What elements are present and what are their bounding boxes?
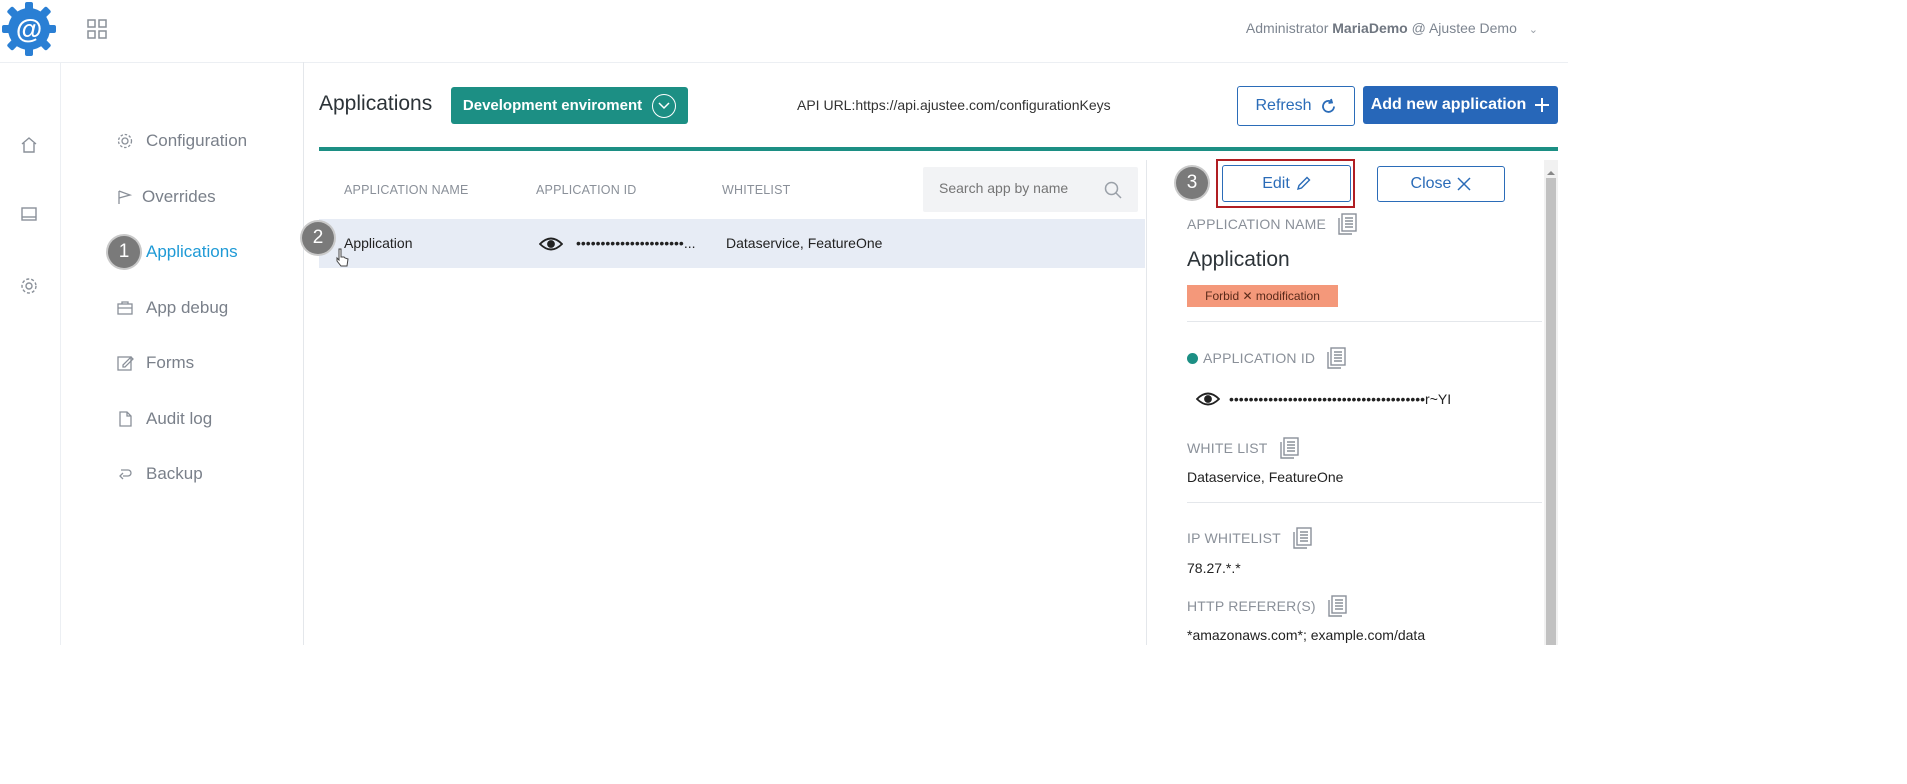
ajustee-logo-icon[interactable]: @ bbox=[0, 0, 60, 60]
white-list-label: WHITE LIST bbox=[1187, 436, 1300, 460]
sidebar-item-label: App debug bbox=[146, 298, 229, 317]
svg-text:@: @ bbox=[16, 14, 42, 44]
sidebar-item-label: Forms bbox=[146, 353, 195, 372]
sidebar-item-overrides[interactable]: Overrides bbox=[116, 182, 216, 212]
sidebar-item-label: Configuration bbox=[146, 131, 248, 150]
search-box bbox=[923, 167, 1138, 212]
org-name: @ Ajustee Demo bbox=[1411, 20, 1517, 36]
column-header-application-name[interactable]: APPLICATION NAME bbox=[344, 183, 469, 197]
environment-dropdown[interactable]: Development enviroment bbox=[451, 87, 688, 124]
application-id-label: APPLICATION ID bbox=[1187, 346, 1347, 370]
undo-icon bbox=[116, 465, 134, 483]
user-name: MariaDemo bbox=[1332, 20, 1408, 36]
sidebar-item-label: Audit log bbox=[146, 409, 213, 428]
refresh-button[interactable]: Refresh bbox=[1237, 86, 1355, 126]
close-button[interactable]: Close bbox=[1377, 166, 1505, 202]
close-label: Close bbox=[1410, 175, 1452, 192]
step-marker-3: 3 bbox=[1176, 167, 1208, 199]
home-icon[interactable] bbox=[19, 135, 39, 155]
file-icon bbox=[116, 410, 134, 428]
section-divider bbox=[1187, 502, 1542, 503]
refresh-icon bbox=[1321, 98, 1335, 113]
row-whitelist: Dataservice, FeatureOne bbox=[726, 235, 883, 251]
application-name-value: Application bbox=[1187, 248, 1290, 271]
page-title: Applications bbox=[319, 92, 433, 115]
sidebar-item-applications[interactable]: Applications bbox=[116, 237, 238, 267]
sidebar-item-backup[interactable]: Backup bbox=[116, 459, 203, 489]
gear-icon bbox=[116, 132, 134, 150]
row-application-id: ••••••••••••••••••••••... bbox=[576, 235, 696, 251]
api-url: API URL:https://api.ajustee.com/configur… bbox=[797, 97, 1111, 113]
user-role: Administrator bbox=[1245, 20, 1329, 36]
settings-icon[interactable] bbox=[19, 276, 39, 296]
step-marker-2: 2 bbox=[302, 222, 334, 254]
sidebar-item-configuration[interactable]: Configuration bbox=[116, 126, 247, 156]
refresh-label: Refresh bbox=[1255, 97, 1312, 114]
scrollbar-thumb[interactable] bbox=[1546, 178, 1556, 645]
hand-cursor-icon bbox=[336, 248, 350, 268]
status-dot bbox=[1187, 352, 1198, 364]
add-new-application-button[interactable]: Add new application bbox=[1363, 86, 1558, 124]
user-menu[interactable]: Administrator MariaDemo @ Ajustee Demo ⌄ bbox=[1246, 20, 1538, 36]
eye-icon[interactable] bbox=[538, 236, 564, 255]
close-icon bbox=[1457, 177, 1471, 191]
plus-icon bbox=[1535, 98, 1550, 112]
copy-icon[interactable] bbox=[1336, 212, 1358, 236]
laptop-icon[interactable] bbox=[19, 205, 39, 225]
header-divider bbox=[319, 147, 1558, 151]
flag-icon bbox=[116, 188, 134, 206]
apps-icon bbox=[116, 243, 134, 261]
edit-icon bbox=[116, 354, 134, 372]
copy-icon[interactable] bbox=[1326, 594, 1348, 618]
pencil-icon bbox=[1296, 176, 1311, 191]
label-text: IP WHITELIST bbox=[1187, 530, 1281, 546]
http-referer-label: HTTP REFERER(S) bbox=[1187, 594, 1348, 618]
icon-rail bbox=[0, 62, 61, 645]
copy-icon[interactable] bbox=[1325, 346, 1347, 370]
forbid-modification-badge[interactable]: Forbid ✕ modification bbox=[1187, 285, 1338, 307]
copy-icon[interactable] bbox=[1278, 436, 1300, 460]
label-text: APPLICATION NAME bbox=[1187, 216, 1327, 232]
chevron-down-icon bbox=[652, 93, 677, 118]
column-header-whitelist[interactable]: WHITELIST bbox=[722, 183, 790, 197]
sidebar-item-label: Applications bbox=[146, 242, 238, 261]
scroll-up-arrow-icon[interactable] bbox=[1546, 165, 1556, 175]
sidebar-item-forms[interactable]: Forms bbox=[116, 348, 194, 378]
application-id-value: ••••••••••••••••••••••••••••••••••••••••… bbox=[1229, 391, 1452, 407]
sidebar-item-app-debug[interactable]: App debug bbox=[116, 293, 228, 323]
panel-divider bbox=[1146, 160, 1147, 645]
edit-button[interactable]: Edit bbox=[1222, 165, 1351, 202]
ip-whitelist-value: 78.27.*.* bbox=[1187, 560, 1241, 576]
section-divider bbox=[1187, 321, 1542, 322]
environment-label: Development enviroment bbox=[462, 97, 643, 114]
chevron-down-icon: ⌄ bbox=[1528, 24, 1538, 36]
add-label: Add new application bbox=[1370, 96, 1527, 113]
row-application-name: Application bbox=[344, 235, 413, 251]
apps-grid-icon[interactable] bbox=[86, 18, 108, 40]
ip-whitelist-label: IP WHITELIST bbox=[1187, 526, 1313, 550]
sidebar-nav: Configuration Overrides 1 Applications A… bbox=[61, 62, 304, 645]
label-text: HTTP REFERER(S) bbox=[1187, 598, 1316, 614]
column-header-application-id[interactable]: APPLICATION ID bbox=[536, 183, 637, 197]
sidebar-item-label: Overrides bbox=[142, 187, 216, 206]
eye-icon[interactable] bbox=[1195, 391, 1221, 412]
copy-icon[interactable] bbox=[1291, 526, 1313, 550]
application-name-label: APPLICATION NAME bbox=[1187, 212, 1358, 236]
briefcase-icon bbox=[116, 299, 134, 317]
label-text: APPLICATION ID bbox=[1203, 350, 1316, 366]
white-list-value: Dataservice, FeatureOne bbox=[1187, 469, 1344, 485]
edit-label: Edit bbox=[1262, 174, 1290, 192]
http-referer-value: *amazonaws.com*; example.com/data bbox=[1187, 627, 1426, 643]
search-input[interactable] bbox=[937, 179, 1101, 197]
sidebar-item-label: Backup bbox=[146, 464, 203, 483]
search-icon[interactable] bbox=[1104, 181, 1122, 199]
label-text: WHITE LIST bbox=[1187, 440, 1268, 456]
sidebar-item-audit-log[interactable]: Audit log bbox=[116, 404, 212, 434]
table-row[interactable]: Application ••••••••••••••••••••••... Da… bbox=[319, 219, 1145, 268]
